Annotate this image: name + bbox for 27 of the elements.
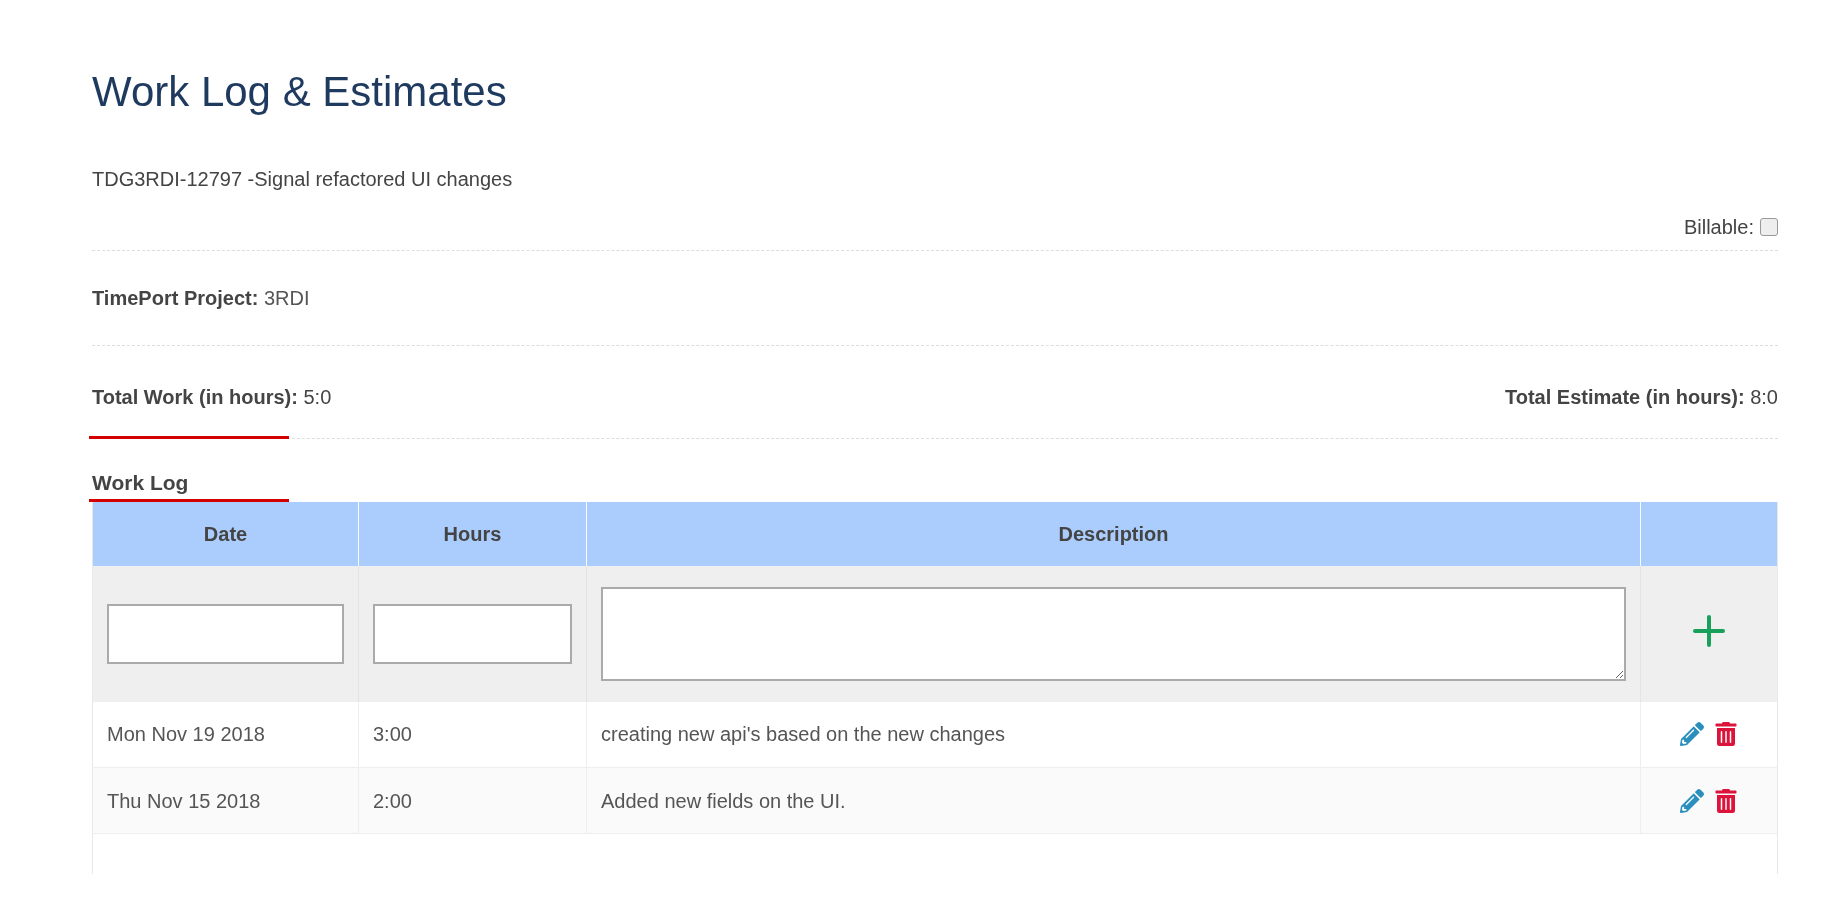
billable-checkbox[interactable] (1760, 218, 1778, 236)
billable-label: Billable: (1683, 215, 1754, 240)
description-cell: Added new fields on the UI. (601, 789, 846, 812)
hours-cell: 3:00 (373, 723, 412, 746)
plus-icon (1692, 614, 1726, 648)
trash-icon (1714, 722, 1738, 747)
date-cell: Mon Nov 19 2018 (107, 723, 265, 746)
work-log-heading: Work Log (92, 471, 189, 494)
total-estimate: Total Estimate (in hours): 8:0 (1505, 385, 1778, 410)
column-header: Date (92, 501, 359, 566)
edit-button[interactable] (1678, 786, 1706, 815)
date-cell: Thu Nov 15 2018 (107, 789, 261, 812)
date-input[interactable] (107, 603, 344, 664)
total-work: Total Work (in hours): 5:0 (92, 385, 332, 410)
description-cell: creating new api's based on the new changes (601, 723, 1006, 746)
column-header: Hours (358, 501, 587, 566)
task-title: TDG3RDI-12797 -Signal refactored UI changes (92, 168, 513, 190)
hours-cell: 2:00 (373, 789, 412, 812)
hours-input[interactable] (373, 603, 572, 664)
edit-button[interactable] (1678, 720, 1706, 749)
description-input[interactable] (601, 586, 1626, 681)
column-header: Description (586, 501, 1641, 566)
pencil-icon (1680, 722, 1704, 747)
trash-icon (1714, 788, 1738, 813)
page-title: Work Log & Estimates (92, 67, 507, 117)
project-field: TimePort Project: 3RDI (92, 287, 310, 309)
pencil-icon (1680, 788, 1704, 813)
